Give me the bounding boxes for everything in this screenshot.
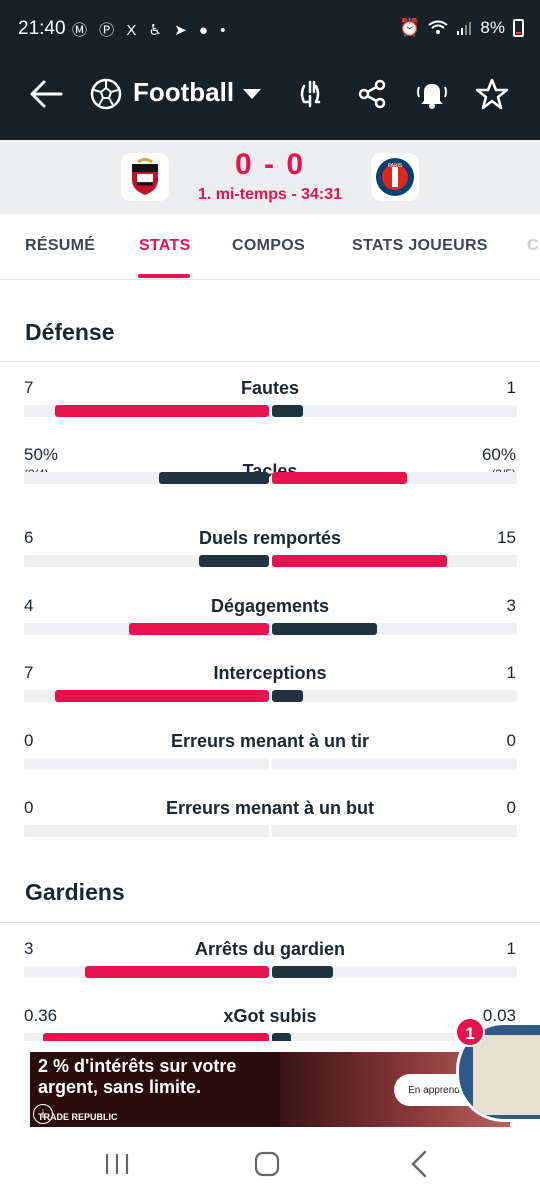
stats-content[interactable]: Défense 7 Fautes 1 50%(2/4) Tacles 60%(3… bbox=[0, 281, 540, 1041]
home-value: 0.36 bbox=[24, 1006, 58, 1025]
stat-label: Arrêts du gardien bbox=[194, 939, 346, 959]
tab-stats[interactable]: STATS bbox=[139, 237, 191, 255]
away-value: 15 bbox=[497, 528, 516, 547]
away-bar-fill bbox=[272, 405, 303, 417]
ad-banner[interactable]: 2 % d'intérêts sur votre argent, sans lim… bbox=[30, 1052, 510, 1127]
away-bar-fill bbox=[272, 1033, 291, 1041]
match-period: 1. mi-temps - 34:31 bbox=[197, 186, 343, 203]
home-bar-track bbox=[24, 690, 269, 702]
share-icon[interactable] bbox=[352, 74, 392, 114]
home-bar-track bbox=[24, 623, 269, 635]
alarm-icon: ⏰ bbox=[399, 18, 421, 37]
status-bar: 21:40 Ⓜ Ⓟ X ♿ ➤ ● • ⏰ 8% bbox=[0, 0, 540, 60]
wifi-icon bbox=[428, 20, 449, 34]
system-nav-bar bbox=[0, 1130, 540, 1199]
promo-badge: 1 bbox=[455, 1017, 485, 1047]
stat-label: Fautes bbox=[240, 378, 300, 398]
tab-next-partial[interactable]: C bbox=[527, 237, 539, 255]
home-value: 4 bbox=[24, 596, 34, 615]
away-bar-fill bbox=[272, 966, 333, 978]
tab-bar: RÉSUMÉ STATS COMPOS STATS JOUEURS C bbox=[0, 214, 540, 280]
away-value: 1 bbox=[506, 378, 516, 397]
promo-image bbox=[473, 1035, 540, 1115]
home-bar-fill bbox=[55, 690, 269, 702]
home-bar-track bbox=[24, 1033, 269, 1041]
away-bar-track bbox=[272, 690, 517, 702]
tab-compos[interactable]: COMPOS bbox=[232, 237, 305, 255]
match-score: 0 - 0 bbox=[234, 148, 306, 181]
section-title-gardiens: Gardiens bbox=[25, 879, 125, 905]
recent-apps-icon[interactable] bbox=[92, 1144, 142, 1184]
home-value: 7 bbox=[24, 378, 34, 397]
dropdown-caret-icon[interactable] bbox=[232, 74, 272, 114]
away-bar-track bbox=[272, 966, 517, 978]
away-value: 3 bbox=[506, 596, 516, 615]
stat-label: Interceptions bbox=[213, 663, 327, 683]
active-tab-indicator bbox=[138, 274, 190, 278]
tv-channels-icon[interactable] bbox=[292, 74, 332, 114]
away-bar-track bbox=[272, 405, 517, 417]
stat-label: Erreurs menant à un tir bbox=[170, 731, 370, 751]
home-bar-fill bbox=[55, 405, 269, 417]
tab-stats-joueurs[interactable]: STATS JOUEURS bbox=[352, 237, 488, 255]
battery-percent: 8% bbox=[480, 18, 505, 37]
back-arrow-icon[interactable] bbox=[26, 74, 66, 114]
section-title-defense: Défense bbox=[25, 319, 115, 345]
away-logo-text: PARIS bbox=[388, 163, 402, 169]
star-icon[interactable] bbox=[472, 74, 512, 114]
home-bar-track bbox=[24, 825, 269, 837]
home-bar-fill bbox=[129, 623, 269, 635]
home-bar-track bbox=[24, 966, 269, 978]
home-value: 7 bbox=[24, 663, 34, 682]
away-bar-fill bbox=[272, 555, 447, 567]
stat-label: Duels remportés bbox=[198, 528, 342, 548]
home-icon[interactable] bbox=[242, 1144, 292, 1184]
away-value: 0 bbox=[506, 798, 516, 817]
away-bar-fill bbox=[272, 472, 407, 484]
section-divider bbox=[0, 922, 540, 923]
home-bar-track bbox=[24, 405, 269, 417]
ad-headline: 2 % d'intérêts sur votre argent, sans lim… bbox=[38, 1056, 237, 1097]
status-right: ⏰ 8% bbox=[399, 18, 524, 38]
home-value: 6 bbox=[24, 528, 34, 547]
battery-icon bbox=[513, 19, 524, 37]
signal-icon bbox=[457, 22, 472, 35]
notification-icons: Ⓜ Ⓟ X ♿ ➤ ● • bbox=[72, 22, 230, 39]
bell-icon[interactable] bbox=[412, 74, 452, 114]
away-bar-track bbox=[272, 825, 517, 837]
away-bar-track bbox=[272, 758, 517, 770]
status-time: 21:40 bbox=[18, 18, 66, 39]
home-bar-track bbox=[24, 758, 269, 770]
ad-brand: TRADE REPUBLIC bbox=[38, 1112, 118, 1122]
tab-resume[interactable]: RÉSUMÉ bbox=[25, 237, 95, 255]
stat-label: Dégagements bbox=[210, 596, 330, 616]
home-bar-track bbox=[24, 472, 269, 484]
away-bar-track bbox=[272, 472, 517, 484]
away-bar-fill bbox=[272, 690, 303, 702]
home-bar-track bbox=[24, 555, 269, 567]
away-bar-track bbox=[272, 555, 517, 567]
away-value: 1 bbox=[506, 939, 516, 958]
stat-label: Erreurs menant à un but bbox=[165, 798, 375, 818]
football-icon bbox=[86, 74, 126, 114]
stat-label: xGot subis bbox=[223, 1006, 317, 1026]
home-bar-fill bbox=[199, 555, 269, 567]
section-divider bbox=[0, 361, 540, 362]
home-bar-fill bbox=[85, 966, 269, 978]
sport-selector-title[interactable]: Football bbox=[133, 77, 234, 108]
ad-fine-print bbox=[126, 1110, 386, 1122]
home-value: 0 bbox=[24, 798, 34, 817]
away-value: 0 bbox=[506, 731, 516, 750]
home-bar-fill bbox=[43, 1033, 269, 1041]
away-value: 1 bbox=[506, 663, 516, 682]
nav-back-icon[interactable] bbox=[394, 1144, 444, 1184]
home-value: 0 bbox=[24, 731, 34, 750]
away-bar-track bbox=[272, 623, 517, 635]
away-bar-fill bbox=[272, 623, 377, 635]
app-header: Football bbox=[0, 60, 540, 140]
away-team-logo[interactable]: PARIS bbox=[371, 153, 419, 201]
home-value: 3 bbox=[24, 939, 34, 958]
score-bar: 0 - 0 1. mi-temps - 34:31 PARIS bbox=[0, 140, 540, 214]
home-bar-fill bbox=[159, 472, 269, 484]
